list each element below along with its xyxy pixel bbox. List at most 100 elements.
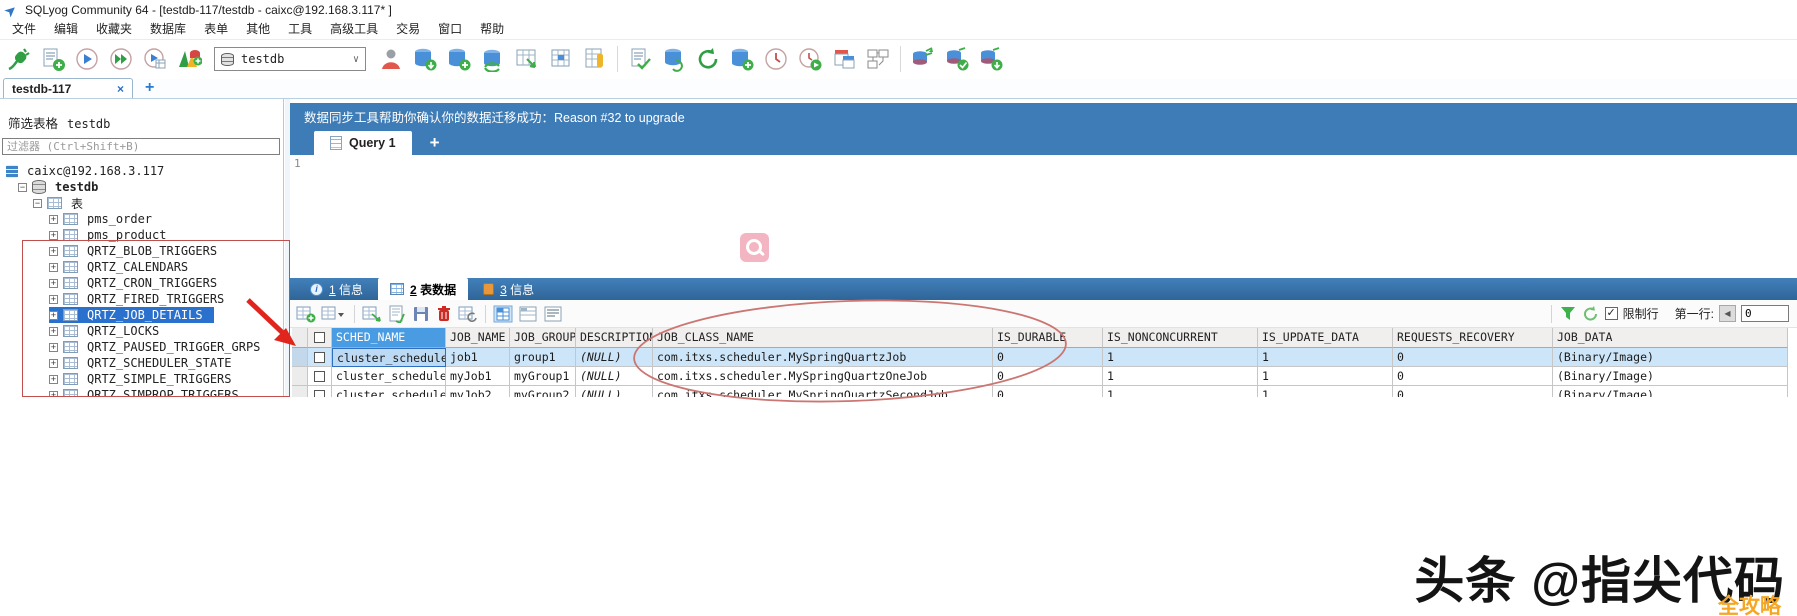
menu-edit[interactable]: 编辑 xyxy=(48,20,90,37)
database-selector[interactable]: testdb ∨ xyxy=(214,47,366,71)
sync-database-button[interactable] xyxy=(478,44,508,74)
refresh-button[interactable] xyxy=(693,44,723,74)
new-query-tab-button[interactable]: + xyxy=(430,133,440,153)
expand-icon[interactable]: + xyxy=(49,359,58,368)
expand-icon[interactable]: + xyxy=(49,263,58,272)
paste-rows-menu-button[interactable] xyxy=(321,305,347,323)
grid-view-button[interactable] xyxy=(493,305,513,323)
delete-row-button[interactable] xyxy=(435,305,453,323)
tree-item-table[interactable]: +pms_order xyxy=(0,211,283,227)
menu-database[interactable]: 数据库 xyxy=(144,20,198,37)
filter-button[interactable] xyxy=(1559,305,1577,323)
new-connection-tab-button[interactable]: + xyxy=(145,79,154,97)
expand-icon[interactable]: + xyxy=(49,231,58,240)
connect-button[interactable] xyxy=(4,44,34,74)
collapse-icon[interactable]: − xyxy=(18,183,27,192)
scheduler-button[interactable] xyxy=(761,44,791,74)
tree-item-table[interactable]: +QRTZ_LOCKS xyxy=(0,323,283,339)
new-query-editor-button[interactable] xyxy=(38,44,68,74)
table-row[interactable]: cluster_scheduler myJob1 myGroup1 (NULL)… xyxy=(292,367,1792,386)
menu-window[interactable]: 窗口 xyxy=(432,20,474,37)
table-row[interactable]: cluster_scheduler job1 group1 (NULL) com… xyxy=(292,348,1792,367)
cell[interactable]: 1 xyxy=(1103,367,1258,386)
execute-query-button[interactable] xyxy=(72,44,102,74)
expand-icon[interactable]: + xyxy=(49,311,58,320)
cell[interactable]: (Binary/Image) xyxy=(1553,386,1788,397)
tab-testdb-117[interactable]: testdb-117 × xyxy=(3,78,133,98)
menu-transaction[interactable]: 交易 xyxy=(390,20,432,37)
expand-icon[interactable]: + xyxy=(49,375,58,384)
tab-messages-3[interactable]: 3 信息 xyxy=(471,278,546,300)
row-checkbox[interactable] xyxy=(308,386,332,397)
table-row[interactable]: cluster_scheduler myJob2 myGroup2 (NULL)… xyxy=(292,386,1792,397)
column-header[interactable]: SCHED_NAME xyxy=(332,328,446,348)
import-table-button[interactable] xyxy=(546,44,576,74)
upgrade-banner[interactable]: 数据同步工具帮助你确认你的数据迁移成功：Reason #32 to upgrad… xyxy=(290,103,1797,129)
execute-all-queries-button[interactable] xyxy=(106,44,136,74)
text-view-button[interactable] xyxy=(543,305,563,323)
cell[interactable]: myJob2 xyxy=(446,386,510,397)
tree-item-table[interactable]: +QRTZ_SCHEDULER_STATE xyxy=(0,355,283,371)
tab-messages-1[interactable]: 1 信息 xyxy=(298,278,375,300)
select-all-checkbox[interactable] xyxy=(308,328,332,348)
tree-item-table[interactable]: +QRTZ_CRON_TRIGGERS xyxy=(0,275,283,291)
column-header[interactable]: IS_DURABLE xyxy=(993,328,1103,348)
import-data-button[interactable] xyxy=(387,305,407,323)
tab-table-data[interactable]: 2 表数据 xyxy=(378,278,468,300)
add-row-button[interactable] xyxy=(296,305,316,323)
first-row-input[interactable] xyxy=(1741,305,1789,322)
new-database-button[interactable] xyxy=(444,44,474,74)
menu-help[interactable]: 帮助 xyxy=(474,20,516,37)
cell[interactable]: 1 xyxy=(1103,348,1258,367)
tree-item-table[interactable]: +pms_product xyxy=(0,227,283,243)
cell[interactable]: 0 xyxy=(993,348,1103,367)
tree-item-table-selected[interactable]: +QRTZ_JOB_DETAILS xyxy=(0,307,283,323)
cell[interactable]: myJob1 xyxy=(446,367,510,386)
schema-designer-button[interactable] xyxy=(863,44,893,74)
tree-item-database[interactable]: −testdb xyxy=(0,179,283,195)
add-database-button[interactable] xyxy=(727,44,757,74)
table-diagnostics-button[interactable] xyxy=(580,44,610,74)
expand-icon[interactable]: + xyxy=(49,391,58,398)
save-changes-button[interactable] xyxy=(412,305,430,323)
column-header[interactable]: JOB_NAME xyxy=(446,328,510,348)
expand-icon[interactable]: + xyxy=(49,279,58,288)
collapse-icon[interactable]: − xyxy=(33,199,42,208)
sql-editor[interactable]: 1 xyxy=(290,155,1797,277)
row-checkbox[interactable] xyxy=(308,367,332,386)
cell[interactable]: (NULL) xyxy=(576,367,653,386)
column-header[interactable]: IS_NONCONCURRENT xyxy=(1103,328,1258,348)
row-checkbox[interactable] xyxy=(308,348,332,367)
export-data-button[interactable] xyxy=(362,305,382,323)
cell[interactable]: 1 xyxy=(1258,348,1393,367)
tree-item-table[interactable]: +QRTZ_BLOB_TRIGGERS xyxy=(0,243,283,259)
form-view-button[interactable] xyxy=(518,305,538,323)
menu-file[interactable]: 文件 xyxy=(6,20,48,37)
expand-icon[interactable]: + xyxy=(49,327,58,336)
table-filter-input[interactable] xyxy=(2,138,280,155)
tree-item-table[interactable]: +QRTZ_SIMPROP_TRIGGERS xyxy=(0,387,283,397)
cell[interactable]: cluster_scheduler xyxy=(332,367,446,386)
cell[interactable]: (NULL) xyxy=(576,386,653,397)
data-sync-report-button[interactable] xyxy=(942,44,972,74)
tree-item-table[interactable]: +QRTZ_PAUSED_TRIGGER_GRPS xyxy=(0,339,283,355)
tree-item-tables-folder[interactable]: −表 xyxy=(0,195,283,211)
cell[interactable]: 0 xyxy=(1393,367,1553,386)
menu-powertools[interactable]: 高级工具 xyxy=(324,20,390,37)
export-table-button[interactable] xyxy=(512,44,542,74)
cell[interactable]: 0 xyxy=(1393,348,1553,367)
tab-query-1[interactable]: Query 1 xyxy=(314,131,412,155)
menu-table[interactable]: 表单 xyxy=(198,20,240,37)
user-manager-button[interactable] xyxy=(376,44,406,74)
cell[interactable]: com.itxs.scheduler.MySpringQuartzJob xyxy=(653,348,993,367)
expand-icon[interactable]: + xyxy=(49,343,58,352)
close-tab-icon[interactable]: × xyxy=(117,82,124,96)
cell[interactable]: myGroup1 xyxy=(510,367,576,386)
column-header[interactable]: JOB_DATA xyxy=(1553,328,1788,348)
refresh-object-browser-button[interactable] xyxy=(659,44,689,74)
format-query-button[interactable] xyxy=(625,44,655,74)
copy-database-button[interactable] xyxy=(829,44,859,74)
cell[interactable]: (Binary/Image) xyxy=(1553,367,1788,386)
cell[interactable]: 0 xyxy=(993,367,1103,386)
column-header[interactable]: JOB_CLASS_NAME xyxy=(653,328,993,348)
